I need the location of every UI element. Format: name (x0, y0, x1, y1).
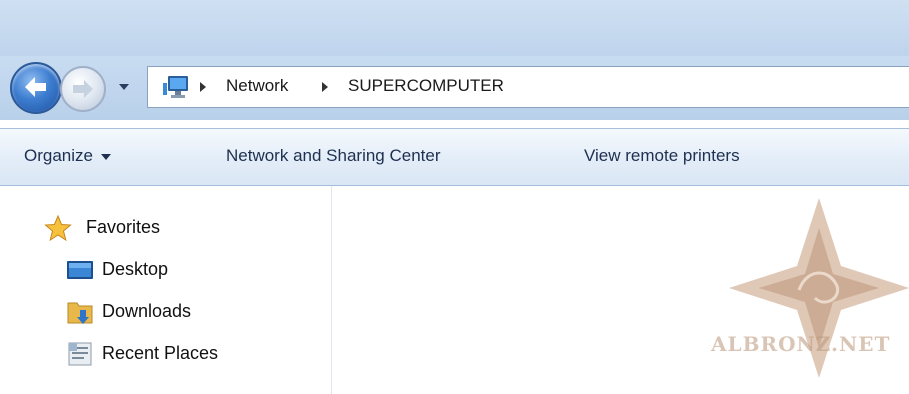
breadcrumb-network[interactable]: Network (226, 76, 288, 96)
organize-button[interactable]: Organize (24, 146, 111, 166)
command-bar: Organize Network and Sharing Center View… (0, 128, 909, 186)
chevron-down-icon (100, 153, 111, 160)
sidebar-item-label: Favorites (86, 217, 161, 237)
back-button[interactable] (10, 62, 62, 114)
address-bar[interactable]: Network SUPERCOMPUTER (147, 66, 909, 108)
view-remote-printers-button[interactable]: View remote printers (584, 146, 740, 166)
breadcrumb-separator-icon (200, 82, 206, 92)
forward-arrow-icon (73, 80, 93, 98)
downloads-folder-icon (66, 298, 94, 326)
sidebar-item-favorites[interactable]: Favorites (44, 214, 304, 242)
forward-button[interactable] (60, 66, 106, 112)
desktop-icon (66, 256, 94, 284)
organize-label: Organize (24, 146, 93, 165)
content-area: ALBRONZ.NET (333, 186, 909, 394)
recent-places-icon (66, 340, 94, 368)
breadcrumb-supercomputer[interactable]: SUPERCOMPUTER (348, 76, 504, 96)
network-sharing-center-button[interactable]: Network and Sharing Center (226, 146, 441, 166)
sidebar-item-label: Recent Places (102, 343, 219, 363)
chevron-down-icon (119, 84, 129, 90)
sidebar-item-downloads[interactable]: Downloads (66, 298, 306, 326)
network-computer-icon (162, 74, 190, 100)
navigation-pane: Favorites Desktop Downloads Recent Place… (0, 186, 332, 394)
breadcrumb-separator-icon (322, 82, 328, 92)
star-icon (44, 214, 72, 242)
window-chrome (0, 0, 909, 64)
sidebar-item-label: Desktop (102, 259, 169, 279)
recent-pages-dropdown[interactable] (118, 80, 130, 92)
sidebar-item-desktop[interactable]: Desktop (66, 256, 306, 284)
watermark-text: ALBRONZ.NET (711, 332, 891, 356)
sidebar-item-label: Downloads (102, 301, 192, 321)
back-arrow-icon (25, 77, 46, 97)
sidebar-item-recent-places[interactable]: Recent Places (66, 340, 306, 368)
